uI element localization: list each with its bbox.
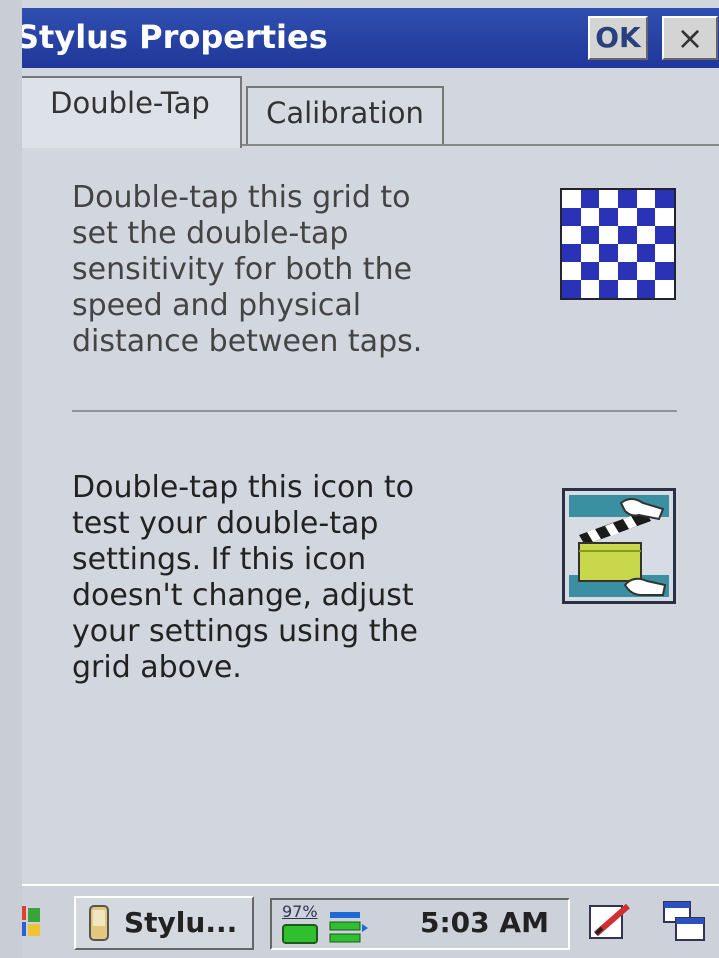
- window-title: Stylus Properties: [22, 18, 328, 56]
- tab-double-tap[interactable]: Double-Tap: [22, 76, 242, 148]
- grid-instructions: Double-tap this grid to set the double-t…: [72, 180, 423, 359]
- task-button-label: Stylu...: [124, 906, 238, 939]
- clock[interactable]: 5:03 AM: [420, 906, 549, 939]
- title-bar: Stylus Properties OK ×: [22, 8, 719, 68]
- taskbar: Stylu... 97% 5:03 AM: [22, 884, 719, 958]
- icon-instructions: Double-tap this icon to test your double…: [72, 470, 418, 685]
- device-icon: [89, 905, 109, 941]
- double-tap-test-icon[interactable]: [562, 488, 676, 604]
- double-tap-grid[interactable]: [560, 188, 676, 300]
- tab-calibration[interactable]: Calibration: [246, 86, 444, 144]
- close-button[interactable]: ×: [662, 16, 718, 60]
- ok-button[interactable]: OK: [588, 16, 648, 60]
- system-tray: 97% 5:03 AM: [270, 898, 570, 950]
- network-icon[interactable]: [328, 908, 368, 948]
- windows-icon[interactable]: [662, 900, 706, 944]
- battery-icon[interactable]: [282, 924, 322, 946]
- start-flag-icon[interactable]: [22, 904, 40, 938]
- tab-strip: Double-Tap Calibration: [22, 68, 719, 148]
- pen-icon[interactable]: [588, 900, 632, 944]
- battery-percent: 97%: [282, 902, 318, 921]
- device-screen: Stylus Properties OK × Double-Tap Calibr…: [22, 0, 719, 958]
- task-button-stylus[interactable]: Stylu...: [74, 896, 254, 950]
- section-divider: [72, 410, 677, 412]
